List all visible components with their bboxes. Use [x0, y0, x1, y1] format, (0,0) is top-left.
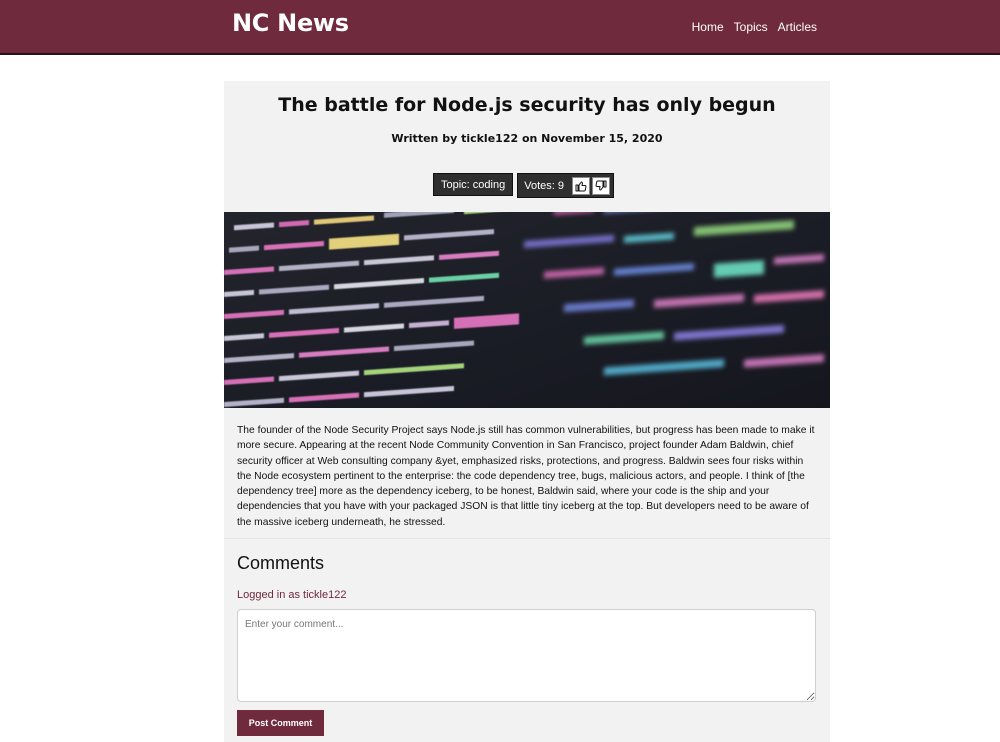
post-comment-button[interactable]: Post Comment — [237, 710, 324, 736]
navbar: NC News Home Topics Articles — [0, 0, 1000, 55]
comments-heading: Comments — [237, 553, 325, 573]
comment-input[interactable] — [237, 609, 816, 702]
comments-section: Comments Logged in as tickle122 Post Com… — [224, 538, 830, 742]
article-body: The founder of the Node Security Project… — [237, 425, 815, 528]
nav-links: Home Topics Articles — [692, 20, 817, 34]
article-card: The battle for Node.js security has only… — [224, 81, 830, 742]
topic-badge[interactable]: Topic: coding — [433, 173, 514, 196]
logged-in-status: Logged in as tickle122 — [237, 589, 347, 601]
thumbs-up-icon — [575, 181, 587, 191]
code-screen-image — [224, 212, 830, 408]
nav-link-articles[interactable]: Articles — [778, 20, 817, 34]
site-logo[interactable]: NC News — [232, 9, 349, 37]
thumbs-down-icon — [595, 180, 607, 190]
votes-count: Votes: 9 — [524, 179, 564, 192]
nav-link-home[interactable]: Home — [692, 20, 724, 34]
votes-badge: Votes: 9 — [517, 173, 614, 198]
article-title: The battle for Node.js security has only… — [278, 94, 776, 116]
article-byline: Written by tickle122 on November 15, 202… — [391, 132, 663, 145]
article-hero-image — [224, 212, 830, 408]
article-meta: Topic: coding Votes: 9 — [433, 173, 614, 198]
downvote-button[interactable] — [591, 176, 610, 195]
nav-link-topics[interactable]: Topics — [734, 20, 768, 34]
upvote-button[interactable] — [571, 176, 590, 195]
